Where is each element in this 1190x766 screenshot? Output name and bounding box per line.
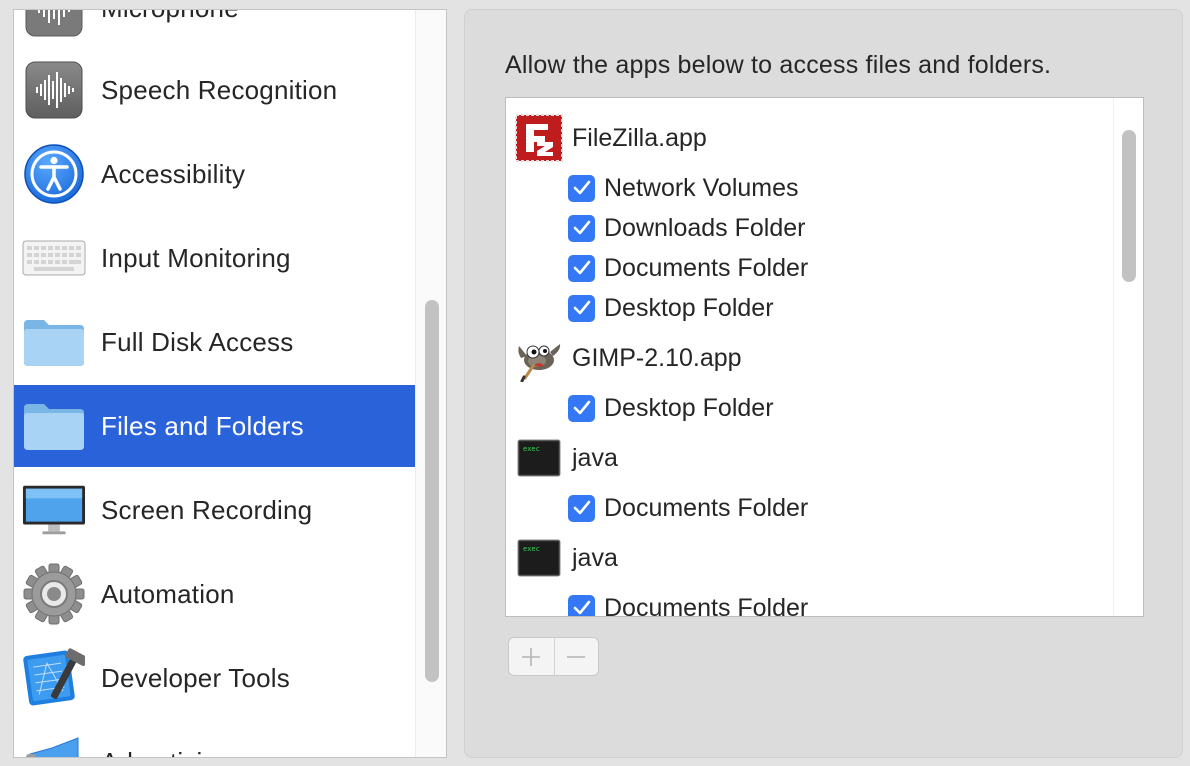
- sidebar-item-files-and-folders[interactable]: Files and Folders: [14, 385, 416, 467]
- display-icon: [22, 478, 86, 542]
- checkbox-checked[interactable]: [568, 294, 595, 322]
- sidebar-item-label: Microphone: [101, 10, 239, 24]
- permission-row[interactable]: Downloads Folder: [568, 208, 806, 248]
- sidebar-item-input-monitoring[interactable]: Input Monitoring: [14, 217, 416, 299]
- sidebar-item-label: Screen Recording: [101, 494, 313, 525]
- gimp-icon: [514, 333, 564, 383]
- add-button[interactable]: [509, 638, 554, 675]
- sidebar-item-advertising[interactable]: Advertising: [14, 721, 416, 758]
- folder-icon: [22, 310, 86, 374]
- app-row-java[interactable]: exec java: [514, 438, 618, 478]
- megaphone-icon: [22, 730, 86, 757]
- app-row-java[interactable]: exec java: [514, 538, 618, 578]
- sidebar-item-label: Files and Folders: [101, 410, 304, 441]
- permission-label: Desktop Folder: [604, 293, 774, 322]
- permission-label: Desktop Folder: [604, 393, 774, 422]
- speech-recognition-icon: [22, 58, 86, 122]
- checkbox-checked[interactable]: [568, 174, 595, 202]
- filezilla-icon: [514, 113, 564, 163]
- checkbox-checked[interactable]: [568, 594, 595, 616]
- app-list-scrollbar-thumb[interactable]: [1122, 130, 1136, 282]
- sidebar-scrollbar-thumb[interactable]: [425, 300, 439, 682]
- sidebar-item-label: Accessibility: [101, 158, 246, 189]
- app-row-gimp[interactable]: GIMP-2.10.app: [514, 338, 742, 382]
- xcode-icon: [22, 646, 86, 710]
- keyboard-icon: [22, 226, 86, 290]
- permission-row[interactable]: Network Volumes: [568, 168, 799, 208]
- app-row-filezilla[interactable]: FileZilla.app: [514, 114, 707, 162]
- terminal-exec-icon: exec: [514, 533, 564, 583]
- sidebar-item-automation[interactable]: Automation: [14, 553, 416, 635]
- permission-label: Documents Folder: [604, 593, 809, 617]
- permission-label: Documents Folder: [604, 493, 809, 522]
- checkbox-checked[interactable]: [568, 394, 595, 422]
- permission-row[interactable]: Documents Folder: [568, 248, 808, 288]
- sidebar-item-microphone[interactable]: Microphone: [14, 10, 416, 49]
- panel-description: Allow the apps below to access files and…: [505, 51, 1052, 79]
- checkbox-checked[interactable]: [568, 494, 595, 522]
- app-list-scrollbar[interactable]: [1113, 98, 1143, 616]
- app-name: GIMP-2.10.app: [572, 343, 742, 372]
- remove-button[interactable]: [553, 638, 599, 675]
- folder-icon: [22, 394, 86, 458]
- add-remove-control: [508, 637, 599, 676]
- gear-icon: [22, 562, 86, 626]
- checkbox-checked[interactable]: [568, 254, 595, 282]
- sidebar-item-label: Developer Tools: [101, 662, 290, 693]
- sidebar-item-accessibility[interactable]: Accessibility: [14, 133, 416, 215]
- microphone-icon: [22, 10, 86, 40]
- app-name: java: [572, 543, 618, 572]
- sidebar-item-label: Speech Recognition: [101, 74, 338, 105]
- permission-row[interactable]: Desktop Folder: [568, 288, 774, 328]
- sidebar-item-developer-tools[interactable]: Developer Tools: [14, 637, 416, 719]
- sidebar-item-speech-recognition[interactable]: Speech Recognition: [14, 49, 416, 131]
- permission-label: Documents Folder: [604, 253, 809, 282]
- terminal-icon-text: exec: [523, 545, 540, 553]
- terminal-exec-icon: exec: [514, 433, 564, 483]
- sidebar-item-full-disk-access[interactable]: Full Disk Access: [14, 301, 416, 383]
- sidebar-item-label: Automation: [101, 578, 235, 609]
- accessibility-icon: [22, 142, 86, 206]
- app-name: FileZilla.app: [572, 123, 707, 152]
- files-and-folders-panel: Allow the apps below to access files and…: [464, 9, 1183, 758]
- app-permission-list: FileZilla.app Network Volumes Downloads …: [505, 97, 1144, 617]
- permission-row[interactable]: Documents Folder: [568, 488, 808, 528]
- app-name: java: [572, 443, 618, 472]
- privacy-sidebar: Microphone Speech Recognition Accessibil…: [13, 9, 447, 758]
- plus-icon: [522, 647, 541, 666]
- sidebar-item-screen-recording[interactable]: Screen Recording: [14, 469, 416, 551]
- permission-row[interactable]: Documents Folder: [568, 588, 809, 617]
- sidebar-item-label: Full Disk Access: [101, 326, 294, 357]
- checkbox-checked[interactable]: [568, 214, 595, 242]
- permission-label: Network Volumes: [604, 173, 799, 202]
- terminal-icon-text: exec: [523, 445, 540, 453]
- permission-row[interactable]: Desktop Folder: [568, 388, 774, 428]
- minus-icon: [567, 655, 586, 658]
- sidebar-item-label: Advertising: [101, 747, 232, 758]
- sidebar-item-label: Input Monitoring: [101, 242, 291, 273]
- sidebar-scrollbar[interactable]: [415, 10, 446, 757]
- permission-label: Downloads Folder: [604, 213, 806, 242]
